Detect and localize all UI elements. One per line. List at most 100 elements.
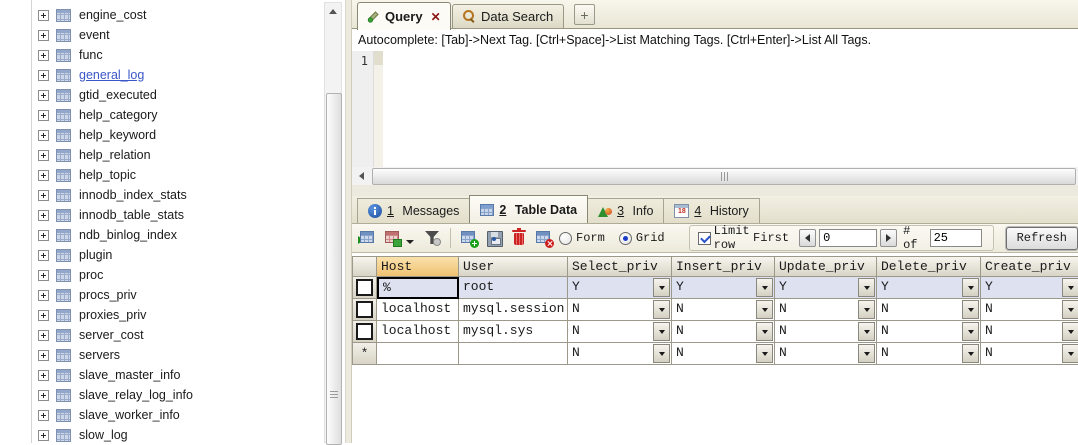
expand-icon[interactable] bbox=[38, 129, 49, 141]
tree-item-server_cost[interactable]: server_cost bbox=[0, 325, 323, 345]
expand-icon[interactable] bbox=[38, 169, 49, 181]
grid-cell[interactable]: N bbox=[672, 321, 775, 343]
expand-icon[interactable] bbox=[38, 329, 49, 341]
grid-cell[interactable]: N bbox=[877, 343, 981, 365]
expand-icon[interactable] bbox=[38, 89, 49, 101]
tree-item-gtid_executed[interactable]: gtid_executed bbox=[0, 85, 323, 105]
chevron-down-icon[interactable] bbox=[406, 240, 414, 244]
column-header-user[interactable]: User bbox=[459, 256, 568, 277]
prev-page-button[interactable] bbox=[799, 229, 817, 247]
new-tab-button[interactable]: + bbox=[574, 4, 595, 25]
dropdown-button[interactable] bbox=[962, 344, 979, 363]
grid-cell[interactable]: root bbox=[459, 277, 568, 299]
editor-hscrollbar-thumb[interactable] bbox=[372, 168, 1076, 185]
row-header[interactable] bbox=[352, 321, 377, 343]
result-tab-history[interactable]: 18 4 History bbox=[663, 198, 760, 223]
expand-icon[interactable] bbox=[38, 209, 49, 221]
expand-icon[interactable] bbox=[38, 289, 49, 301]
expand-icon[interactable] bbox=[38, 429, 49, 441]
grid-cell[interactable]: N bbox=[568, 299, 672, 321]
delete-row-icon[interactable] bbox=[509, 228, 529, 248]
add-row-icon[interactable] bbox=[459, 228, 479, 248]
first-row-input[interactable] bbox=[819, 229, 878, 247]
grid-cell[interactable] bbox=[459, 343, 568, 365]
close-icon[interactable]: ✕ bbox=[431, 10, 441, 24]
insert-table-dropdown-icon[interactable] bbox=[383, 228, 403, 248]
tree-item-engine_cost[interactable]: engine_cost bbox=[0, 5, 323, 25]
dropdown-button[interactable] bbox=[756, 278, 773, 297]
grid-cell[interactable]: N bbox=[981, 299, 1078, 321]
dropdown-button[interactable] bbox=[962, 278, 979, 297]
cancel-changes-icon[interactable] bbox=[534, 228, 554, 248]
grid-cell[interactable]: N bbox=[877, 321, 981, 343]
tree-item-slave_master_info[interactable]: slave_master_info bbox=[0, 365, 323, 385]
tab-query[interactable]: Query ✕ bbox=[357, 2, 451, 30]
tree-item-procs_priv[interactable]: procs_priv bbox=[0, 285, 323, 305]
expand-icon[interactable] bbox=[38, 109, 49, 121]
tree-item-proxies_priv[interactable]: proxies_priv bbox=[0, 305, 323, 325]
grid-cell[interactable]: N bbox=[672, 343, 775, 365]
expand-icon[interactable] bbox=[38, 9, 49, 21]
grid-cell[interactable]: Y bbox=[877, 277, 981, 299]
dropdown-button[interactable] bbox=[858, 344, 875, 363]
row-count-input[interactable] bbox=[929, 229, 982, 247]
grid-cell[interactable]: mysql.sys bbox=[459, 321, 568, 343]
tree-item-general_log[interactable]: general_log bbox=[0, 65, 323, 85]
dropdown-button[interactable] bbox=[858, 300, 875, 319]
grid-cell[interactable]: N bbox=[568, 343, 672, 365]
dropdown-button[interactable] bbox=[653, 300, 670, 319]
refresh-button[interactable]: Refresh bbox=[1005, 226, 1078, 250]
tree-item-ndb_binlog_index[interactable]: ndb_binlog_index bbox=[0, 225, 323, 245]
dropdown-button[interactable] bbox=[962, 322, 979, 341]
row-header[interactable] bbox=[352, 277, 377, 299]
tree-item-innodb_table_stats[interactable]: innodb_table_stats bbox=[0, 205, 323, 225]
sidebar-splitter[interactable] bbox=[345, 0, 352, 443]
grid-cell[interactable]: Y bbox=[672, 277, 775, 299]
form-radio[interactable] bbox=[559, 231, 572, 245]
tree-item-slave_relay_log_info[interactable]: slave_relay_log_info bbox=[0, 385, 323, 405]
result-tab-info[interactable]: 3 Info bbox=[587, 198, 665, 223]
sidebar-scrollbar-thumb[interactable] bbox=[326, 93, 342, 445]
tree-item-slave_worker_info[interactable]: slave_worker_info bbox=[0, 405, 323, 425]
column-header-create_priv[interactable]: Create_priv bbox=[981, 256, 1078, 277]
dropdown-button[interactable] bbox=[962, 300, 979, 319]
grid-cell[interactable]: N bbox=[877, 299, 981, 321]
dropdown-button[interactable] bbox=[756, 322, 773, 341]
grid-cell[interactable]: % bbox=[377, 277, 459, 299]
dropdown-button[interactable] bbox=[1062, 322, 1078, 341]
grid-cell[interactable]: Y bbox=[981, 277, 1078, 299]
expand-icon[interactable] bbox=[38, 29, 49, 41]
expand-icon[interactable] bbox=[38, 189, 49, 201]
limit-rows-checkbox[interactable] bbox=[697, 231, 711, 245]
dropdown-button[interactable] bbox=[858, 322, 875, 341]
grid-cell[interactable]: mysql.session bbox=[459, 299, 568, 321]
tree-item-slow_log[interactable]: slow_log bbox=[0, 425, 323, 445]
column-header-delete_priv[interactable]: Delete_priv bbox=[877, 256, 981, 277]
row-checkbox[interactable] bbox=[356, 279, 373, 296]
expand-icon[interactable] bbox=[38, 149, 49, 161]
expand-icon[interactable] bbox=[38, 229, 49, 241]
grid-cell[interactable]: N bbox=[775, 299, 877, 321]
tab-data-search[interactable]: Data Search bbox=[452, 4, 565, 29]
column-header-insert_priv[interactable]: Insert_priv bbox=[672, 256, 775, 277]
grid-cell[interactable]: localhost bbox=[377, 299, 459, 321]
row-header[interactable]: * bbox=[352, 343, 377, 365]
dropdown-button[interactable] bbox=[653, 322, 670, 341]
expand-icon[interactable] bbox=[38, 409, 49, 421]
results-splitter[interactable] bbox=[352, 185, 1078, 196]
tree-item-innodb_index_stats[interactable]: innodb_index_stats bbox=[0, 185, 323, 205]
dropdown-button[interactable] bbox=[756, 300, 773, 319]
dropdown-button[interactable] bbox=[1062, 300, 1078, 319]
scroll-left-icon[interactable] bbox=[352, 167, 370, 185]
result-tab-table-data[interactable]: 2 Table Data bbox=[469, 195, 589, 223]
row-header[interactable] bbox=[352, 299, 377, 321]
column-header-select_priv[interactable]: Select_priv bbox=[568, 256, 672, 277]
row-checkbox[interactable] bbox=[356, 301, 373, 318]
expand-icon[interactable] bbox=[38, 69, 49, 81]
tree-item-plugin[interactable]: plugin bbox=[0, 245, 323, 265]
dropdown-button[interactable] bbox=[653, 278, 670, 297]
sql-editor[interactable]: 1 bbox=[352, 51, 1078, 167]
grid-cell[interactable]: Y bbox=[775, 277, 877, 299]
editor-hscrollbar[interactable] bbox=[352, 167, 1078, 185]
dropdown-button[interactable] bbox=[653, 344, 670, 363]
